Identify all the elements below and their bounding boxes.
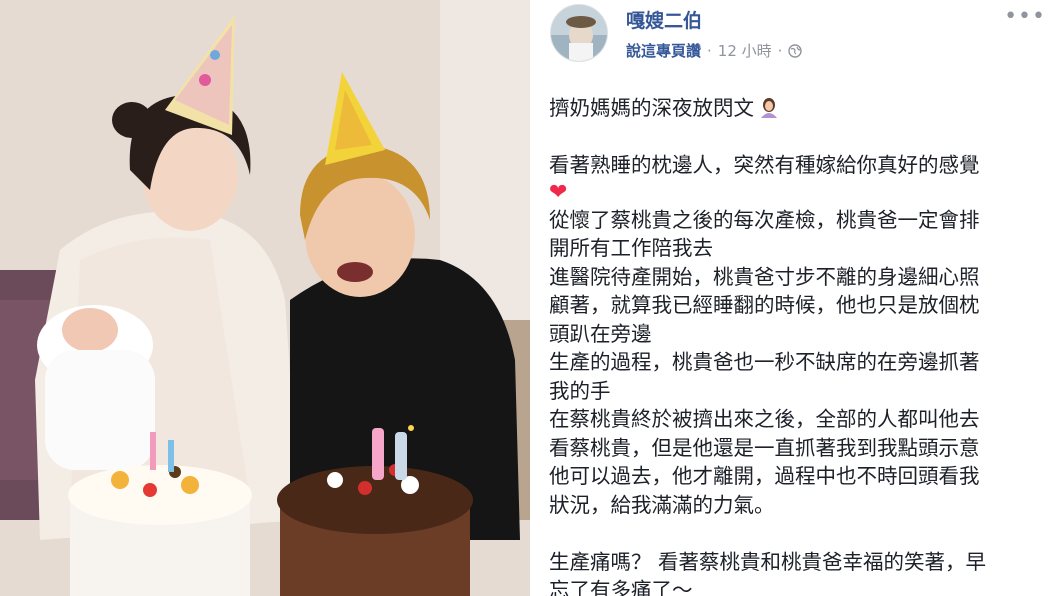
- post-line: 從懷了蔡桃貴之後的每次產檢，桃貴爸一定會排: [549, 207, 980, 232]
- birthday-photo-illustration: [0, 0, 530, 596]
- post-line: 看著熟睡的枕邊人，突然有種嫁給你真好的感覺: [549, 153, 980, 177]
- post-body: 擠奶媽媽的深夜放閃文 看著熟睡的枕邊人，突然有種嫁給你真好的感覺 ❤ 從懷了蔡桃…: [549, 94, 1054, 596]
- post-line: 他可以過去，他才離開，過程中也不時回頭看我: [549, 464, 980, 488]
- post-line: 顧著，就算我已經睡翻的時候，他也只是放個枕: [549, 293, 980, 317]
- post-line: 忘了有多痛了～: [549, 578, 693, 596]
- post-line: 頭趴在旁邊: [549, 321, 652, 346]
- post-line: 擠奶媽媽的深夜放閃文: [549, 96, 754, 120]
- post-line: 狀況，給我滿滿的力氣。: [549, 492, 775, 517]
- post-photo[interactable]: [0, 0, 530, 596]
- meta-separator: ·: [707, 41, 712, 60]
- post-line: 我的手: [549, 378, 611, 403]
- post-line: 生產痛嗎？ 看著蔡桃貴和桃貴爸幸福的笑著，早: [549, 549, 987, 574]
- globe-icon: [788, 43, 803, 58]
- more-options-icon[interactable]: •••: [1004, 4, 1046, 29]
- liked-by-label[interactable]: 說這專頁讚: [626, 40, 701, 61]
- meta-separator-2: ·: [777, 41, 783, 60]
- post-line: 看蔡桃貴，但是他還是一直抓著我到我點頭示意: [549, 435, 980, 460]
- post-line: 在蔡桃貴終於被擠出來之後，全部的人都叫他去: [549, 407, 980, 431]
- heart-icon: ❤: [549, 179, 568, 205]
- post-timestamp[interactable]: 12 小時: [718, 40, 772, 61]
- post-line: 生產的過程，桃貴爸也一秒不缺席的在旁邊抓著: [549, 350, 980, 374]
- woman-emoji-icon: [761, 98, 777, 118]
- avatar-image-icon: [551, 5, 607, 61]
- page-avatar[interactable]: [550, 4, 608, 62]
- post-line-title: 擠奶媽媽的深夜放閃文: [549, 94, 1054, 123]
- page-name[interactable]: 嘎嫂二伯: [626, 6, 702, 33]
- post-line: 進醫院待產開始，桃貴爸寸步不離的身邊細心照: [549, 264, 980, 289]
- post-line: 開所有工作陪我去: [549, 236, 713, 260]
- post-meta: 說這專頁讚 · 12 小時 ·: [626, 40, 803, 61]
- facebook-post: 嘎嫂二伯 說這專頁讚 · 12 小時 · ••• 擠奶媽媽的深夜放閃文 看著熟睡…: [530, 0, 1060, 596]
